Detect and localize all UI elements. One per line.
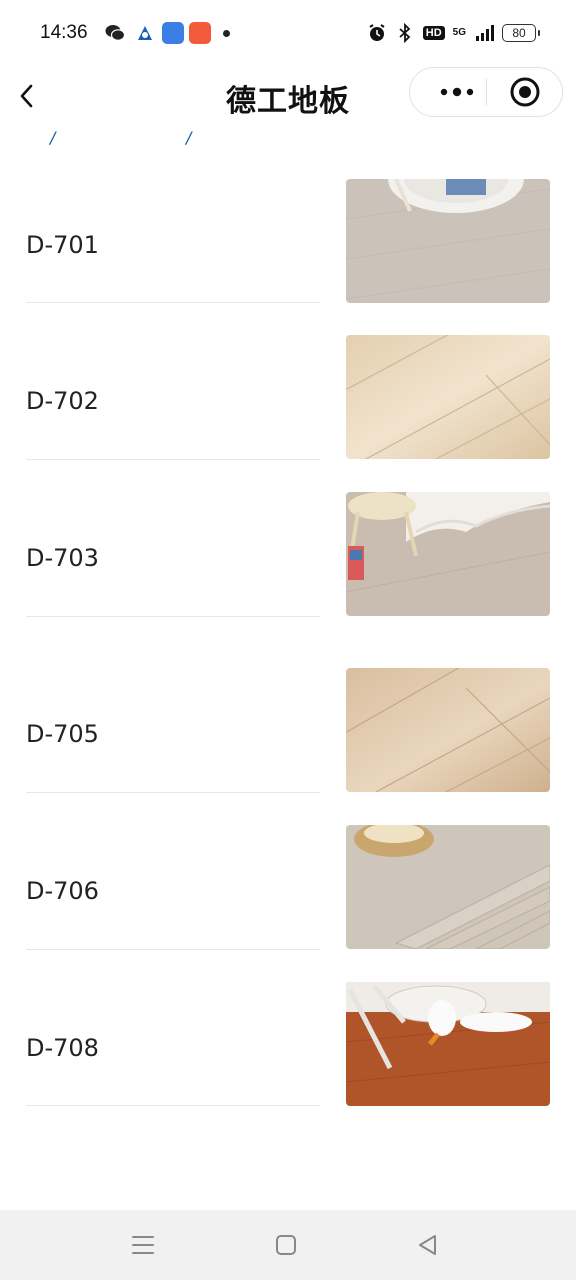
bluetooth-icon xyxy=(399,23,411,43)
alarm-icon xyxy=(369,24,385,41)
nav-bar: 德工地板 xyxy=(0,64,576,128)
system-navigation-bar xyxy=(0,1210,576,1280)
hd-badge: HD xyxy=(422,26,445,40)
list-divider xyxy=(26,949,320,950)
menu-button[interactable] xyxy=(130,1232,156,1258)
product-image xyxy=(346,179,550,303)
more-menu-button[interactable] xyxy=(428,68,486,116)
list-divider xyxy=(26,616,320,617)
close-mini-program-button[interactable] xyxy=(508,75,542,109)
app-notification-icon xyxy=(162,22,184,44)
status-bar: 14:36 HD 5G 80 xyxy=(0,0,576,64)
list-divider xyxy=(26,459,320,460)
product-image xyxy=(346,335,550,459)
product-item[interactable]: D-701 xyxy=(0,179,576,335)
product-image xyxy=(346,492,550,616)
product-name: D-701 xyxy=(26,231,99,259)
status-time: 14:36 xyxy=(40,22,88,43)
mini-program-capsule xyxy=(409,67,563,117)
product-image xyxy=(346,668,550,792)
app-notification-icon xyxy=(134,22,156,44)
battery-indicator: 80 xyxy=(502,24,540,42)
back-nav-button[interactable] xyxy=(415,1232,441,1258)
home-button[interactable] xyxy=(273,1232,299,1258)
status-indicators: HD 5G 80 xyxy=(367,20,540,46)
product-name: D-702 xyxy=(26,387,99,415)
product-name: D-703 xyxy=(26,544,99,572)
product-item[interactable]: D-703 xyxy=(0,492,576,648)
app-notification-icon xyxy=(189,22,211,44)
more-notifications-dot xyxy=(223,30,230,37)
breadcrumb-separator: / xyxy=(50,128,56,147)
list-divider xyxy=(26,792,320,793)
product-item[interactable]: D-702 xyxy=(0,335,576,491)
product-item[interactable]: D-708 xyxy=(0,982,576,1138)
product-item[interactable]: D-706 xyxy=(0,825,576,981)
list-divider xyxy=(26,302,320,303)
product-name: D-708 xyxy=(26,1034,99,1062)
list-divider xyxy=(26,1105,320,1106)
breadcrumb-separator: / xyxy=(186,128,192,147)
capsule-divider xyxy=(486,79,487,105)
product-name: D-706 xyxy=(26,877,99,905)
network-type: 5G xyxy=(452,27,466,38)
signal-icon xyxy=(476,25,494,41)
product-image xyxy=(346,982,550,1106)
product-image xyxy=(346,825,550,949)
product-item[interactable]: D-705 xyxy=(0,668,576,824)
wechat-notification-icon xyxy=(104,22,126,44)
product-name: D-705 xyxy=(26,720,99,748)
